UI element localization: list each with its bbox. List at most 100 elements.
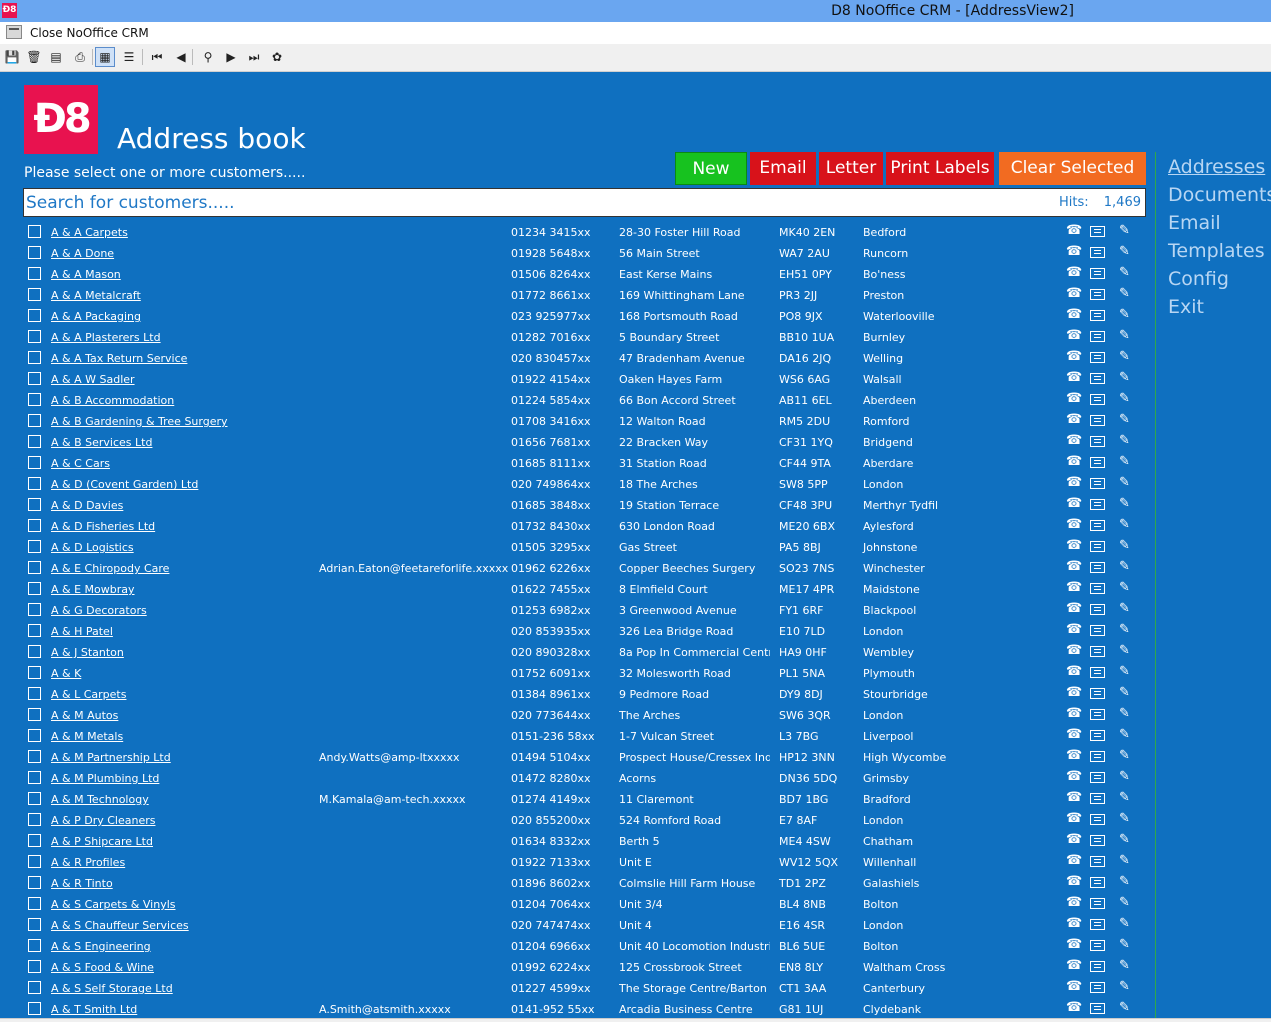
email-icon[interactable] bbox=[1090, 310, 1105, 321]
email-icon[interactable] bbox=[1090, 562, 1105, 573]
email-icon[interactable] bbox=[1090, 415, 1105, 426]
phone-icon[interactable]: ☎ bbox=[1066, 769, 1082, 785]
close-app-menu-item[interactable]: Close NoOffice CRM bbox=[30, 26, 149, 40]
letter-button[interactable]: Letter bbox=[819, 152, 883, 185]
select-checkbox[interactable] bbox=[28, 225, 41, 238]
nav-addresses[interactable]: Addresses bbox=[1168, 156, 1265, 178]
email-icon[interactable] bbox=[1090, 730, 1105, 741]
select-checkbox[interactable] bbox=[28, 246, 41, 259]
edit-icon[interactable]: ✎ bbox=[1119, 307, 1130, 323]
edit-icon[interactable]: ✎ bbox=[1119, 748, 1130, 764]
customer-name-link[interactable]: A & T Smith Ltd bbox=[51, 1003, 137, 1016]
edit-icon[interactable]: ✎ bbox=[1119, 538, 1130, 554]
phone-icon[interactable]: ☎ bbox=[1066, 538, 1082, 554]
select-checkbox[interactable] bbox=[28, 540, 41, 553]
customer-name-link[interactable]: A & E Mowbray bbox=[51, 583, 135, 596]
email-icon[interactable] bbox=[1090, 709, 1105, 720]
select-checkbox[interactable] bbox=[28, 645, 41, 658]
select-checkbox[interactable] bbox=[28, 750, 41, 763]
edit-icon[interactable]: ✎ bbox=[1119, 937, 1130, 953]
select-checkbox[interactable] bbox=[28, 267, 41, 280]
customer-name-link[interactable]: A & E Chiropody Care bbox=[51, 562, 169, 575]
phone-icon[interactable]: ☎ bbox=[1066, 307, 1082, 323]
select-checkbox[interactable] bbox=[28, 897, 41, 910]
customer-name-link[interactable]: A & R Tinto bbox=[51, 877, 113, 890]
select-checkbox[interactable] bbox=[28, 414, 41, 427]
select-checkbox[interactable] bbox=[28, 519, 41, 532]
phone-icon[interactable]: ☎ bbox=[1066, 475, 1082, 491]
email-icon[interactable] bbox=[1090, 373, 1105, 384]
email-icon[interactable] bbox=[1090, 814, 1105, 825]
save-icon[interactable]: 💾 bbox=[2, 47, 22, 67]
select-checkbox[interactable] bbox=[28, 330, 41, 343]
email-icon[interactable] bbox=[1090, 520, 1105, 531]
email-icon[interactable] bbox=[1090, 625, 1105, 636]
phone-icon[interactable]: ☎ bbox=[1066, 811, 1082, 827]
edit-icon[interactable]: ✎ bbox=[1119, 811, 1130, 827]
email-icon[interactable] bbox=[1090, 940, 1105, 951]
edit-icon[interactable]: ✎ bbox=[1119, 874, 1130, 890]
email-button[interactable]: Email bbox=[750, 152, 816, 185]
print-labels-button[interactable]: Print Labels bbox=[886, 152, 994, 185]
edit-icon[interactable]: ✎ bbox=[1119, 685, 1130, 701]
edit-icon[interactable]: ✎ bbox=[1119, 769, 1130, 785]
email-icon[interactable] bbox=[1090, 394, 1105, 405]
edit-icon[interactable]: ✎ bbox=[1119, 391, 1130, 407]
phone-icon[interactable]: ☎ bbox=[1066, 559, 1082, 575]
customer-name-link[interactable]: A & S Carpets & Vinyls bbox=[51, 898, 176, 911]
phone-icon[interactable]: ☎ bbox=[1066, 895, 1082, 911]
search-input[interactable] bbox=[26, 191, 786, 214]
edit-icon[interactable]: ✎ bbox=[1119, 454, 1130, 470]
customer-name-link[interactable]: A & L Carpets bbox=[51, 688, 126, 701]
customer-name-link[interactable]: A & A Packaging bbox=[51, 310, 141, 323]
select-checkbox[interactable] bbox=[28, 456, 41, 469]
edit-icon[interactable]: ✎ bbox=[1119, 832, 1130, 848]
email-icon[interactable] bbox=[1090, 751, 1105, 762]
email-icon[interactable] bbox=[1090, 1003, 1105, 1014]
customer-name-link[interactable]: A & A Done bbox=[51, 247, 114, 260]
select-checkbox[interactable] bbox=[28, 309, 41, 322]
select-checkbox[interactable] bbox=[28, 603, 41, 616]
customer-name-link[interactable]: A & S Food & Wine bbox=[51, 961, 154, 974]
edit-icon[interactable]: ✎ bbox=[1119, 601, 1130, 617]
select-checkbox[interactable] bbox=[28, 393, 41, 406]
select-checkbox[interactable] bbox=[28, 876, 41, 889]
email-icon[interactable] bbox=[1090, 961, 1105, 972]
clear-selected-button[interactable]: Clear Selected bbox=[999, 152, 1146, 185]
edit-icon[interactable]: ✎ bbox=[1119, 370, 1130, 386]
edit-icon[interactable]: ✎ bbox=[1119, 349, 1130, 365]
customer-name-link[interactable]: A & B Services Ltd bbox=[51, 436, 152, 449]
email-icon[interactable] bbox=[1090, 856, 1105, 867]
customer-name-link[interactable]: A & D Fisheries Ltd bbox=[51, 520, 155, 533]
form-view-icon[interactable]: ▦ bbox=[95, 47, 115, 67]
next-record-icon[interactable]: ▶ bbox=[221, 47, 241, 67]
select-checkbox[interactable] bbox=[28, 477, 41, 490]
phone-icon[interactable]: ☎ bbox=[1066, 580, 1082, 596]
nav-email[interactable]: Email bbox=[1168, 212, 1221, 234]
email-icon[interactable] bbox=[1090, 478, 1105, 489]
settings-icon[interactable]: ✿ bbox=[267, 47, 287, 67]
customer-name-link[interactable]: A & B Gardening & Tree Surgery bbox=[51, 415, 228, 428]
email-icon[interactable] bbox=[1090, 646, 1105, 657]
email-icon[interactable] bbox=[1090, 226, 1105, 237]
edit-icon[interactable]: ✎ bbox=[1119, 895, 1130, 911]
phone-icon[interactable]: ☎ bbox=[1066, 265, 1082, 281]
customer-name-link[interactable]: A & H Patel bbox=[51, 625, 113, 638]
email-icon[interactable] bbox=[1090, 331, 1105, 342]
edit-icon[interactable]: ✎ bbox=[1119, 1000, 1130, 1016]
select-checkbox[interactable] bbox=[28, 918, 41, 931]
phone-icon[interactable]: ☎ bbox=[1066, 433, 1082, 449]
edit-icon[interactable]: ✎ bbox=[1119, 244, 1130, 260]
edit-icon[interactable]: ✎ bbox=[1119, 475, 1130, 491]
phone-icon[interactable]: ☎ bbox=[1066, 391, 1082, 407]
edit-icon[interactable]: ✎ bbox=[1119, 853, 1130, 869]
select-checkbox[interactable] bbox=[28, 1002, 41, 1015]
first-record-icon[interactable]: ⏮ bbox=[147, 47, 167, 67]
print-icon[interactable]: ⎙ bbox=[70, 47, 90, 67]
email-icon[interactable] bbox=[1090, 898, 1105, 909]
customer-name-link[interactable]: A & A Tax Return Service bbox=[51, 352, 187, 365]
customer-name-link[interactable]: A & R Profiles bbox=[51, 856, 125, 869]
new-button[interactable]: New bbox=[675, 152, 747, 185]
customer-name-link[interactable]: A & M Partnership Ltd bbox=[51, 751, 171, 764]
previous-record-icon[interactable]: ◀ bbox=[171, 47, 191, 67]
